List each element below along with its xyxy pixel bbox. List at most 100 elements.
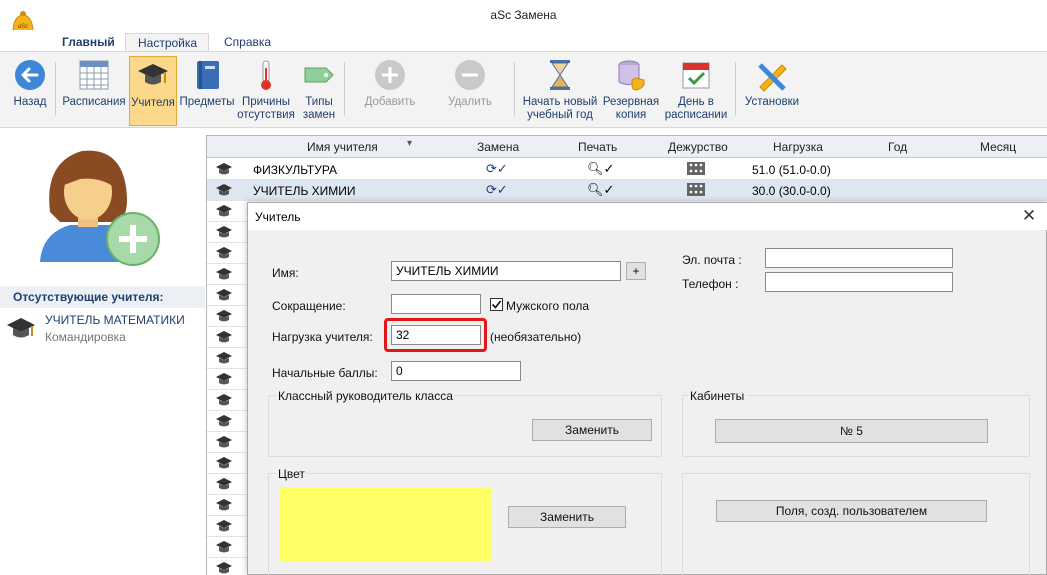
substitution-types-button[interactable]: Типы замен xyxy=(297,56,341,126)
delete-button[interactable]: Удалить xyxy=(440,56,500,126)
sort-arrow-icon[interactable]: ▾ xyxy=(407,138,412,149)
ribbon-toolbar: Назад Расписания Учителя Предметы Причин… xyxy=(0,51,1047,128)
rooms-label: Кабинеты xyxy=(688,389,747,403)
substitution-toggle-icon[interactable]: ⟳✓ xyxy=(486,161,508,177)
teacher-name-cell: УЧИТЕЛЬ ХИМИИ xyxy=(253,184,356,198)
load-field[interactable] xyxy=(391,325,481,345)
close-icon[interactable]: ✕ xyxy=(1020,207,1038,225)
load-cell: 30.0 (30.0-0.0) xyxy=(752,184,831,198)
column-header-year[interactable]: Год xyxy=(888,140,907,154)
class-replace-button[interactable]: Заменить xyxy=(532,419,652,441)
graduation-cap-icon xyxy=(216,163,232,175)
points-label: Начальные баллы: xyxy=(272,366,378,380)
add-teacher-avatar-icon[interactable] xyxy=(30,137,165,267)
email-field[interactable] xyxy=(765,248,953,268)
email-label: Эл. почта : xyxy=(682,253,742,267)
grid-header: Имя учителя ▾ Замена Печать Дежурство На… xyxy=(207,136,1047,158)
book-icon xyxy=(197,61,219,89)
tab-main[interactable]: Главный xyxy=(50,33,127,53)
initial-points-field[interactable] xyxy=(391,361,521,381)
graduation-cap-icon xyxy=(216,394,232,406)
database-shield-icon xyxy=(618,60,645,91)
add-button[interactable]: Добавить xyxy=(358,56,422,126)
graduation-cap-icon xyxy=(216,310,232,322)
left-panel: Отсутствующие учителя: УЧИТЕЛЬ МАТЕМАТИК… xyxy=(0,129,205,575)
graduation-cap-icon xyxy=(216,268,232,280)
dialog-title-bar: Учитель ✕ xyxy=(248,203,1047,230)
graduation-cap-icon xyxy=(216,562,232,574)
load-cell: 51.0 (51.0-0.0) xyxy=(752,163,831,177)
title-bar: aSc aSc Замена xyxy=(0,0,1047,41)
schedule-grid-icon xyxy=(79,60,109,90)
graduation-cap-icon xyxy=(216,247,232,259)
short-name-field[interactable] xyxy=(391,294,481,314)
teacher-dialog: Учитель ✕ Имя: + Сокращение: Мужского по… xyxy=(247,202,1047,575)
short-label: Сокращение: xyxy=(272,299,346,313)
duty-dice-icon[interactable] xyxy=(687,183,705,199)
phone-label: Телефон : xyxy=(682,277,739,291)
tab-help[interactable]: Справка xyxy=(212,33,283,53)
substitution-toggle-icon[interactable]: ⟳✓ xyxy=(486,182,508,198)
color-replace-button[interactable]: Заменить xyxy=(508,506,626,528)
color-swatch[interactable] xyxy=(280,487,492,561)
print-preview-icon[interactable]: 🔍︎✓ xyxy=(587,161,614,177)
graduation-cap-icon xyxy=(216,541,232,553)
optional-label: (необязательно) xyxy=(490,330,582,344)
graduation-cap-icon xyxy=(216,478,232,490)
class-teacher-label: Классный руководитель класса xyxy=(276,389,455,403)
graduation-cap-icon xyxy=(216,520,232,532)
phone-field[interactable] xyxy=(765,272,953,292)
day-in-schedule-button[interactable]: День в расписании xyxy=(662,56,730,126)
back-button[interactable]: Назад xyxy=(6,56,54,126)
print-preview-icon[interactable]: 🔍︎✓ xyxy=(587,182,614,198)
tab-settings[interactable]: Настройка xyxy=(125,33,209,53)
dialog-title: Учитель xyxy=(255,210,301,224)
graduation-cap-icon xyxy=(216,457,232,469)
schedules-button[interactable]: Расписания xyxy=(61,56,127,126)
name-field[interactable] xyxy=(391,261,621,281)
duty-dice-icon[interactable] xyxy=(687,162,705,178)
checkmark-icon xyxy=(491,300,502,309)
settings-button[interactable]: Установки xyxy=(740,56,804,126)
custom-fields-group xyxy=(682,473,1030,575)
teachers-button[interactable]: Учителя xyxy=(129,56,177,126)
calendar-check-icon xyxy=(682,62,710,89)
backup-button[interactable]: Резервная копия xyxy=(601,56,661,126)
table-row[interactable]: УЧИТЕЛЬ ХИМИИ ⟳✓ 🔍︎✓ 30.0 (30.0-0.0) xyxy=(207,180,1047,201)
hourglass-icon xyxy=(550,60,570,90)
male-checkbox[interactable] xyxy=(490,298,503,311)
tag-icon xyxy=(304,67,334,83)
absent-teacher-item[interactable]: УЧИТЕЛЬ МАТЕМАТИКИ Командировка xyxy=(0,311,205,347)
ribbon-separator xyxy=(735,62,736,116)
teacher-name-cell: ФИЗКУЛЬТУРА xyxy=(253,163,338,177)
graduation-cap-icon xyxy=(216,184,232,196)
new-school-year-button[interactable]: Начать новый учебный год xyxy=(520,56,600,126)
color-label: Цвет xyxy=(276,467,307,481)
thermometer-icon xyxy=(261,60,271,90)
table-row[interactable]: ФИЗКУЛЬТУРА ⟳✓ 🔍︎✓ 51.0 (51.0-0.0) xyxy=(207,159,1047,180)
graduation-cap-icon xyxy=(216,373,232,385)
plus-circle-icon xyxy=(375,60,405,90)
absent-teacher-reason: Командировка xyxy=(45,330,126,344)
room-button[interactable]: № 5 xyxy=(715,419,988,443)
ribbon-separator xyxy=(344,62,345,116)
subjects-button[interactable]: Предметы xyxy=(179,56,235,126)
column-header-month[interactable]: Месяц xyxy=(980,140,1016,154)
graduation-cap-icon xyxy=(138,64,168,85)
graduation-cap-icon xyxy=(216,499,232,511)
ribbon-separator xyxy=(55,62,56,116)
column-header-load[interactable]: Нагрузка xyxy=(773,140,823,154)
custom-fields-button[interactable]: Поля, созд. пользователем xyxy=(716,500,987,522)
column-header-substitution[interactable]: Замена xyxy=(477,140,519,154)
graduation-cap-icon xyxy=(216,205,232,217)
pencil-ruler-icon xyxy=(758,63,787,92)
graduation-cap-icon xyxy=(216,415,232,427)
graduation-cap-icon xyxy=(216,331,232,343)
column-header-name[interactable]: Имя учителя xyxy=(307,140,378,154)
column-header-print[interactable]: Печать xyxy=(578,140,617,154)
absence-reasons-button[interactable]: Причины отсутствия xyxy=(237,56,295,126)
column-header-duty[interactable]: Дежурство xyxy=(668,140,728,154)
absent-teacher-name: УЧИТЕЛЬ МАТЕМАТИКИ xyxy=(45,313,185,327)
ribbon-tabs: Главный Настройка Справка xyxy=(0,30,1047,53)
plus-button[interactable]: + xyxy=(626,262,646,280)
